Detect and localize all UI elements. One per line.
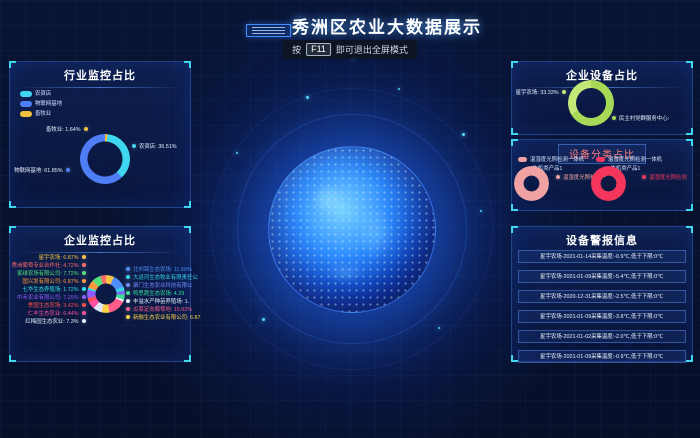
enterprise-label: 大运河生态牧业有限责任公 xyxy=(126,273,192,281)
node-dot xyxy=(306,96,309,99)
legend-swatch xyxy=(596,157,605,162)
device-class-donut-left[interactable] xyxy=(514,166,549,201)
callout-dot xyxy=(84,127,88,131)
enterprise-label: 国兴发有限公司: 6.87% xyxy=(10,277,86,285)
callout-dot xyxy=(126,267,130,271)
node-dot xyxy=(480,210,482,212)
panel-device-ratio: 企业设备占比 星宇农场: 33.33% 民主村党群服务中心: xyxy=(511,61,693,135)
globe xyxy=(268,146,436,313)
callout-dot xyxy=(82,271,86,275)
callout-dot xyxy=(126,299,130,303)
panel-industry-ratio: 行业监控占比 农资店 物联网基地 畜牧业 畜牧业 xyxy=(9,61,191,208)
legend-label: 农资店 xyxy=(35,91,51,96)
industry-callout-iot: 物联网基地: 61.85% xyxy=(10,166,70,174)
panel-alarms: 设备警报信息 星宇农场-2021-01-14采集温度:-0.9℃,低于下限:0℃… xyxy=(511,226,693,362)
legend-swatch xyxy=(20,91,32,97)
device-class-donut-right[interactable] xyxy=(591,166,626,201)
callout-dot xyxy=(66,168,70,172)
industry-legend: 农资店 物联网基地 畜牧业 xyxy=(20,89,80,118)
alarm-row: 星宇农场-2020-12-31采集温度:-2.5℃,低于下限:0℃ xyxy=(518,290,686,303)
callout-dot xyxy=(126,307,130,311)
alarm-row: 星宇农场-2021-01-09采集温度:-3.8℃,低于下限:0℃ xyxy=(518,310,686,323)
node-dot xyxy=(462,133,465,136)
legend-swatch xyxy=(20,101,32,107)
alarm-row: 星宇农场-2021-01-09采集温度:-0.9℃,低于下限:0℃ xyxy=(518,350,686,363)
enterprise-label: 北刘锦生态农场: 11.50% xyxy=(126,265,192,273)
enterprise-label: 星宇农场: 6.87% xyxy=(10,253,86,261)
divider xyxy=(18,87,182,88)
industry-callout-livestock: 畜牧业: 1.64% xyxy=(24,125,88,133)
legend-swatch xyxy=(518,157,527,162)
enterprise-label: 丰溢水产种苗养殖场: 1. xyxy=(126,297,192,305)
industry-donut-chart[interactable] xyxy=(80,134,130,184)
enterprise-label: 红梅园生态农业: 7.3% xyxy=(10,317,86,325)
enterprise-label: 鸭思蔬生态农场: 4.29 xyxy=(126,289,192,297)
callout-dot xyxy=(82,263,86,267)
enterprise-label: 新融生态农业有限公司: 6.87 xyxy=(126,313,192,321)
enterprise-label: 七华生态养殖场: 1.72% xyxy=(10,285,86,293)
enterprise-label: 季国生态农场: 3.42% xyxy=(10,301,86,309)
legend-item[interactable]: 畜牧业 xyxy=(20,109,80,118)
callout-dot xyxy=(562,90,566,94)
device-class-callout-right: 温湿度光照检测 xyxy=(642,173,700,181)
panel-device-ratio-title: 企业设备占比 xyxy=(512,62,692,83)
legend-label: 物联网基地 xyxy=(35,101,62,106)
enterprise-label: 瓜菜定向葡萄地: 15.02% xyxy=(126,305,192,313)
legend-item[interactable]: 农资店 xyxy=(20,89,80,98)
panel-enterprise-ratio: 企业监控占比 星宇农场: 6.87% 秀洲葡萄专业合作社: 4.72% 家绿农场… xyxy=(9,226,191,362)
node-dot xyxy=(236,152,238,154)
industry-callout-store: 农资店: 36.51% xyxy=(132,142,202,150)
callout-dot xyxy=(82,311,86,315)
device-ratio-label-left: 星宇农场: 33.33% xyxy=(512,88,566,96)
legend-swatch xyxy=(20,111,32,117)
fullscreen-tip-prefix: 按 xyxy=(292,43,301,56)
callout-dot xyxy=(126,291,130,295)
enterprise-label: 中禾农业有限公司: 7.29% xyxy=(10,293,86,301)
callout-dot xyxy=(82,255,86,259)
callout-dot xyxy=(126,283,130,287)
panel-device-class: 设备分类占比 温湿度光照检测一体机 一体机类产品1 温湿度光照检测一 温湿度光照… xyxy=(511,139,693,211)
callout-dot xyxy=(82,287,86,291)
fullscreen-tip: 按 F11 即可退出全屏模式 xyxy=(283,40,417,59)
fullscreen-tip-suffix: 即可退出全屏模式 xyxy=(336,43,408,56)
enterprise-label: 秀洲葡萄专业合作社: 4.72% xyxy=(10,261,86,269)
enterprise-donut-chart[interactable] xyxy=(87,275,125,313)
legend-label: 畜牧业 xyxy=(35,111,51,116)
alarm-row: 星宇农场-2021-01-09采集温度:-5.4℃,低于下限:0℃ xyxy=(518,270,686,283)
f11-key: F11 xyxy=(306,43,331,56)
callout-dot xyxy=(132,144,136,148)
dashboard: 秀洲区农业大数据展示 按 F11 即可退出全屏模式 行业监控占比 农资店 物联网… xyxy=(0,0,700,438)
panel-enterprise-title: 企业监控占比 xyxy=(10,227,190,248)
enterprise-labels-right: 北刘锦生态农场: 11.50% 大运河生态牧业有限责任公 聚门生态农业科技有限公… xyxy=(126,265,192,321)
node-dot xyxy=(262,318,265,321)
enterprise-labels-left: 星宇农场: 6.87% 秀洲葡萄专业合作社: 4.72% 家绿农场有限公司: 7… xyxy=(10,253,86,325)
callout-dot xyxy=(82,295,86,299)
callout-dot xyxy=(612,116,616,120)
page-title: 秀洲区农业大数据展示 xyxy=(292,13,482,38)
device-ratio-donut-chart[interactable] xyxy=(568,80,614,126)
device-ratio-label-right: 民主村党群服务中心: xyxy=(612,114,700,122)
enterprise-label: 聚门生态农业科技有限公 xyxy=(126,281,192,289)
enterprise-label: 家绿农场有限公司: 7.72% xyxy=(10,269,86,277)
callout-dot xyxy=(556,175,560,179)
alarm-list: 星宇农场-2021-01-14采集温度:-0.9℃,低于下限:0℃ 星宇农场-2… xyxy=(512,250,692,363)
device-class-legend-right[interactable]: 温湿度光照检测一体机 xyxy=(596,155,698,163)
panel-industry-title: 行业监控占比 xyxy=(10,62,190,83)
callout-dot xyxy=(82,319,86,323)
alarm-row: 星宇农场-2021-01-02采集温度:-2.0℃,低于下限:0℃ xyxy=(518,330,686,343)
node-dot xyxy=(438,327,440,329)
panel-alarms-title: 设备警报信息 xyxy=(512,227,692,248)
callout-dot xyxy=(126,315,130,319)
callout-dot xyxy=(82,303,86,307)
logo-badge xyxy=(246,24,291,37)
callout-dot xyxy=(642,175,646,179)
alarm-row: 星宇农场-2021-01-14采集温度:-0.9℃,低于下限:0℃ xyxy=(518,250,686,263)
callout-dot xyxy=(126,275,130,279)
legend-item[interactable]: 物联网基地 xyxy=(20,99,80,108)
node-dot xyxy=(398,88,400,90)
callout-dot xyxy=(82,279,86,283)
enterprise-label: 仁丰生态农业: 6.44% xyxy=(10,309,86,317)
